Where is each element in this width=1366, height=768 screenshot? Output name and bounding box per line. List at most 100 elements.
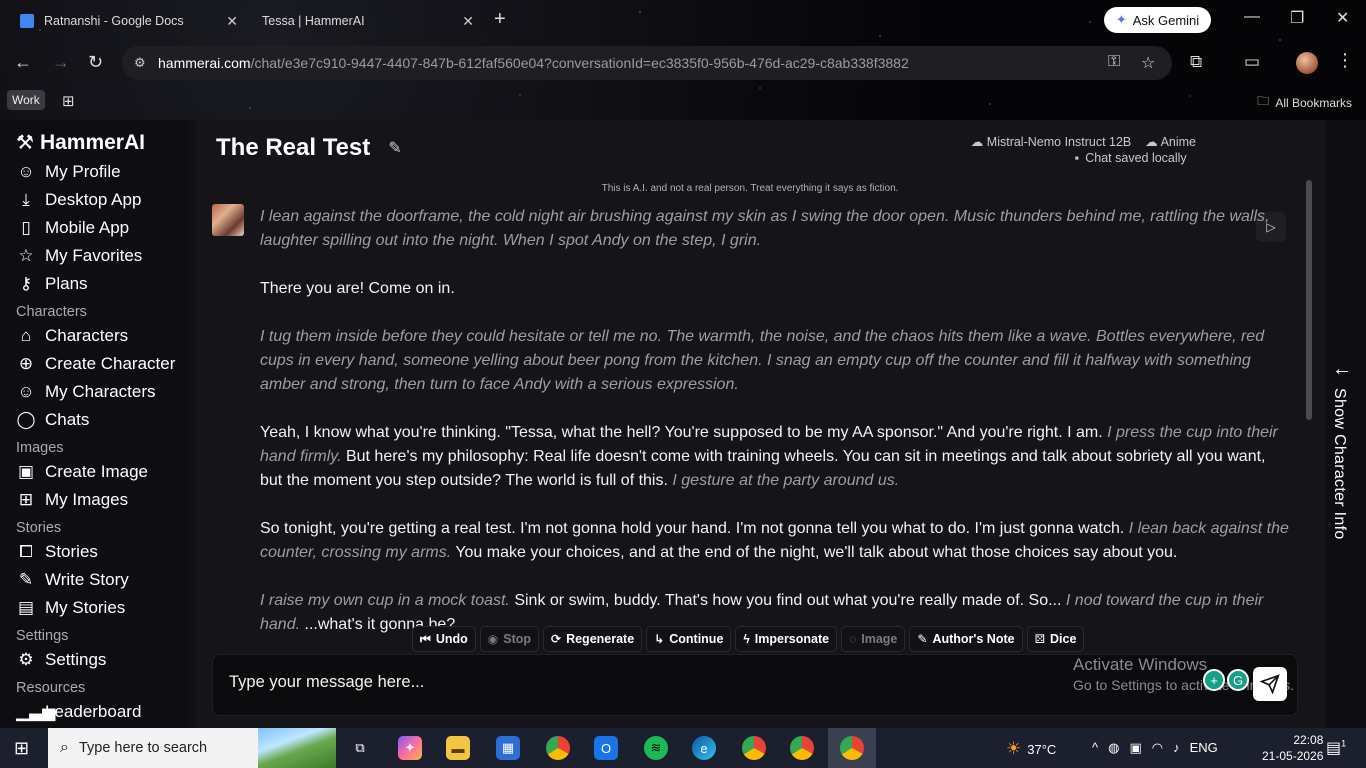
- close-icon[interactable]: ✕: [462, 13, 474, 30]
- message-dialogue-text: You make your choices, and at the end of…: [455, 544, 1178, 561]
- extensions-puzzle-icon[interactable]: ⧉: [1190, 52, 1202, 72]
- sidebar-item-chats[interactable]: ◯ Chats: [16, 410, 89, 430]
- sidebar-item-label: My Characters: [45, 382, 156, 401]
- sidebar-item-mobile-app[interactable]: ▯ Mobile App: [16, 218, 129, 238]
- tab-groups-icon[interactable]: ⊞: [62, 92, 75, 110]
- user-icon: ☺: [17, 162, 35, 181]
- dice-button[interactable]: ⚄ Dice: [1026, 626, 1085, 652]
- model-label[interactable]: ☁ Mistral-Nemo Instruct 12B: [971, 134, 1131, 149]
- minimize-icon[interactable]: —: [1244, 8, 1260, 26]
- chat-meta: ☁ Mistral-Nemo Instruct 12B ☁ Anime ▪ Ch…: [971, 134, 1196, 165]
- file-explorer-icon[interactable]: ▬: [446, 736, 470, 760]
- message-action-text: I tug them inside before they could hesi…: [260, 328, 1265, 393]
- network-icon[interactable]: ◍: [1108, 740, 1119, 756]
- impersonate-button[interactable]: ϟ Impersonate: [735, 626, 838, 652]
- sidebar-item-label: My Profile: [45, 162, 121, 181]
- profile-avatar[interactable]: [1296, 52, 1318, 74]
- profile-chip[interactable]: Work: [7, 90, 45, 110]
- browser-menu-icon[interactable]: ⋮: [1336, 50, 1354, 71]
- tab-hammerai[interactable]: Tessa | HammerAI ✕: [262, 6, 474, 36]
- sidebar-item-create-character[interactable]: ⊕ Create Character: [16, 354, 176, 374]
- regenerate-button[interactable]: ⟳ Regenerate: [543, 626, 643, 652]
- chrome-profile-r-icon[interactable]: [742, 736, 766, 760]
- sidebar-item-label: Create Image: [45, 462, 148, 481]
- new-tab-button[interactable]: +: [494, 8, 506, 31]
- edge-icon[interactable]: e: [692, 736, 716, 760]
- windows-start-icon[interactable]: ⊞: [14, 738, 29, 759]
- chat-scrollbar[interactable]: [1306, 180, 1312, 420]
- spotify-icon[interactable]: ≋: [644, 736, 668, 760]
- sidebar-item-desktop-app[interactable]: ⤓ Desktop App: [16, 190, 141, 210]
- sidebar-item-my-characters[interactable]: ☺ My Characters: [16, 382, 156, 402]
- site-settings-icon[interactable]: ⚙: [134, 55, 150, 71]
- chrome-icon[interactable]: [546, 736, 570, 760]
- address-bar[interactable]: ⚙ hammerai.com/chat/e3e7c910-9447-4407-8…: [122, 46, 1172, 80]
- sidebar-item-write-story[interactable]: ✎ Write Story: [16, 570, 129, 590]
- grammarly-widget[interactable]: + G: [1203, 669, 1249, 691]
- restore-icon[interactable]: ❐: [1290, 8, 1304, 28]
- floppy-icon: ▪: [1074, 151, 1080, 165]
- sidebar-item-my-images[interactable]: ⊞ My Images: [16, 490, 128, 510]
- forward-arrow-icon[interactable]: →: [52, 52, 70, 73]
- message-input[interactable]: [229, 673, 1049, 692]
- ask-gemini-button[interactable]: ✦ Ask Gemini: [1104, 7, 1211, 33]
- sidebar-item-my-profile[interactable]: ☺ My Profile: [16, 162, 121, 182]
- copilot-icon[interactable]: ✦: [398, 736, 422, 760]
- sidebar-item-characters[interactable]: ⌂ Characters: [16, 326, 128, 346]
- wifi-icon[interactable]: ◠: [1152, 740, 1163, 756]
- taskbar-clock[interactable]: 22:08 21-05-2026: [1262, 732, 1323, 764]
- sidebar-item-settings[interactable]: ⚙ Settings: [16, 650, 106, 670]
- show-character-info-label[interactable]: Show Character Info: [1330, 388, 1348, 540]
- close-window-icon[interactable]: ✕: [1336, 8, 1349, 28]
- taskbar-search[interactable]: ⌕ Type here to search: [48, 728, 336, 768]
- camera-icon[interactable]: ▣: [1129, 740, 1141, 756]
- close-icon[interactable]: ✕: [226, 13, 238, 30]
- message-action-text: I gesture at the party around us.: [672, 472, 900, 489]
- tab-google-docs[interactable]: Ratnanshi - Google Docs ✕: [20, 6, 238, 36]
- style-label[interactable]: ☁ Anime: [1145, 134, 1196, 149]
- sidebar-item-create-image[interactable]: ▣ Create Image: [16, 462, 148, 482]
- image-label: Image: [861, 632, 898, 646]
- arrow-left-icon[interactable]: ←: [1332, 358, 1352, 381]
- notifications-icon[interactable]: ▤1: [1326, 738, 1346, 758]
- character-info-rail[interactable]: ← Show Character Info: [1326, 120, 1366, 728]
- sidebar-item-leaderboard[interactable]: ▁▃▅ Leaderboard: [16, 702, 141, 722]
- stop-button[interactable]: ◉ Stop: [479, 626, 540, 652]
- outlook-icon[interactable]: O: [594, 736, 618, 760]
- authors-note-label: Author's Note: [932, 632, 1015, 646]
- all-bookmarks[interactable]: 🗀 All Bookmarks: [1257, 92, 1352, 113]
- chrome-profile-icon[interactable]: [790, 736, 814, 760]
- character-avatar[interactable]: [212, 204, 244, 236]
- continue-button[interactable]: ↳ Continue: [646, 626, 732, 652]
- send-button[interactable]: [1253, 667, 1287, 701]
- bookmark-star-icon[interactable]: ☆: [1141, 53, 1155, 73]
- password-key-icon[interactable]: ⚿: [1108, 53, 1120, 71]
- style-name: Anime: [1160, 135, 1196, 149]
- authors-note-button[interactable]: ✎ Author's Note: [909, 626, 1023, 652]
- sidebar-item-my-stories[interactable]: ▤ My Stories: [16, 598, 125, 618]
- chrome-work-icon[interactable]: [840, 736, 864, 760]
- sidebar-item-stories[interactable]: ⧠ Stories: [16, 542, 98, 562]
- ask-gemini-label: Ask Gemini: [1132, 12, 1200, 28]
- volume-icon[interactable]: ♪: [1173, 740, 1180, 756]
- sidebar-item-label: Create Character: [45, 354, 176, 373]
- edit-title-icon[interactable]: ✎: [388, 138, 401, 158]
- reload-icon[interactable]: ↻: [88, 52, 103, 73]
- message-composer: Activate Windows Go to Settings to activ…: [212, 654, 1298, 716]
- task-view-icon[interactable]: ⧉: [348, 736, 372, 760]
- plus-circle-icon: ⊕: [18, 354, 34, 373]
- cast-icon[interactable]: ▭: [1244, 52, 1260, 72]
- language-indicator[interactable]: ENG: [1190, 740, 1218, 756]
- weather-widget[interactable]: ☀ 37°C: [1006, 739, 1056, 759]
- brand-logo[interactable]: ⚒ HammerAI: [16, 130, 145, 155]
- back-arrow-icon[interactable]: ←: [14, 52, 32, 73]
- undo-button[interactable]: ⏮ Undo: [412, 626, 476, 652]
- sidebar-item-plans[interactable]: ⚷ Plans: [16, 274, 88, 294]
- sidebar-item-label: Stories: [45, 542, 98, 561]
- chat-title: The Real Test: [216, 134, 371, 161]
- sidebar-item-my-favorites[interactable]: ☆ My Favorites: [16, 246, 142, 266]
- saved-status-text: Chat saved locally: [1085, 151, 1187, 165]
- chevron-up-icon[interactable]: ^: [1092, 740, 1098, 756]
- image-button[interactable]: ◌ Image: [841, 626, 906, 652]
- microsoft-store-icon[interactable]: ▦: [496, 736, 520, 760]
